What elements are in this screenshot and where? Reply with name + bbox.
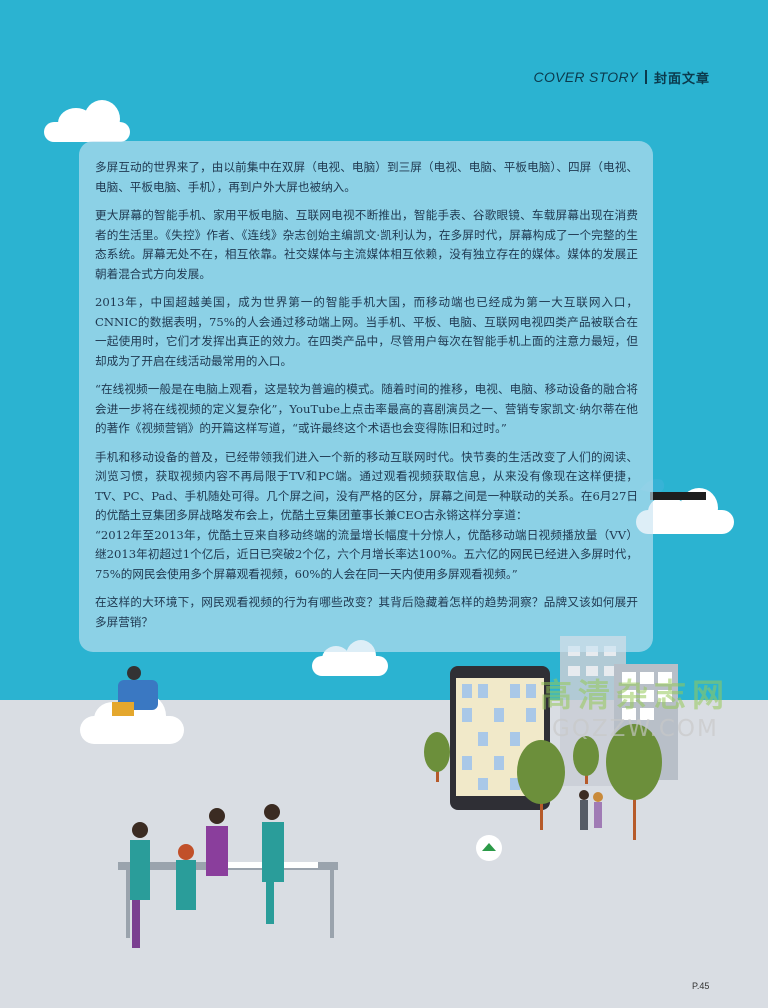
header-divider bbox=[644, 70, 647, 84]
article-paragraph: “在线视频一般是在电脑上观看，这是较为普遍的模式。随着时间的推移，电视、电脑、移… bbox=[95, 382, 638, 435]
article-quote-paragraph: “2012年至2013年，优酷土豆来自移动终端的流量增长幅度十分惊人，优酷移动端… bbox=[95, 527, 638, 581]
watermark-en: GQZZW.COM bbox=[552, 716, 719, 742]
section-header: COVER STORY 封面文章 bbox=[534, 66, 710, 88]
site-watermark: 高清杂志网 GQZZW.COM bbox=[538, 664, 731, 750]
page-number: P.45 bbox=[692, 981, 710, 991]
watermark-cn: 高清杂志网 bbox=[540, 676, 731, 714]
article-paragraph: 在这样的大环境下，网民观看视频的行为有哪些改变？其背后隐藏着怎样的趋势洞察？品牌… bbox=[95, 595, 638, 629]
article-paragraph: 多屏互动的世界来了，由以前集中在双屏（电视、电脑）到三屏（电视、电脑、平板电脑）… bbox=[95, 160, 638, 194]
article-paragraph: 手机和移动设备的普及，已经带领我们进入一个新的移动互联网时代。快节奏的生活改变了… bbox=[95, 449, 638, 523]
article-paragraph: 更大屏幕的智能手机、家用平板电脑、互联网电视不断推出，智能手表、谷歌眼镜、车载屏… bbox=[95, 208, 638, 281]
article-body: 多屏互动的世界来了，由以前集中在双屏（电视、电脑）到三屏（电视、电脑、平板电脑）… bbox=[79, 141, 653, 652]
cloud-illustration bbox=[312, 640, 388, 676]
section-label-cn: 封面文章 bbox=[653, 70, 710, 86]
cloud-illustration bbox=[80, 694, 184, 744]
section-label-en: COVER STORY bbox=[533, 69, 638, 85]
article-paragraph: 2013年，中国超越美国，成为世界第一的智能手机大国，而移动端也已经成为第一大互… bbox=[95, 295, 638, 368]
cloud-illustration bbox=[44, 100, 130, 142]
